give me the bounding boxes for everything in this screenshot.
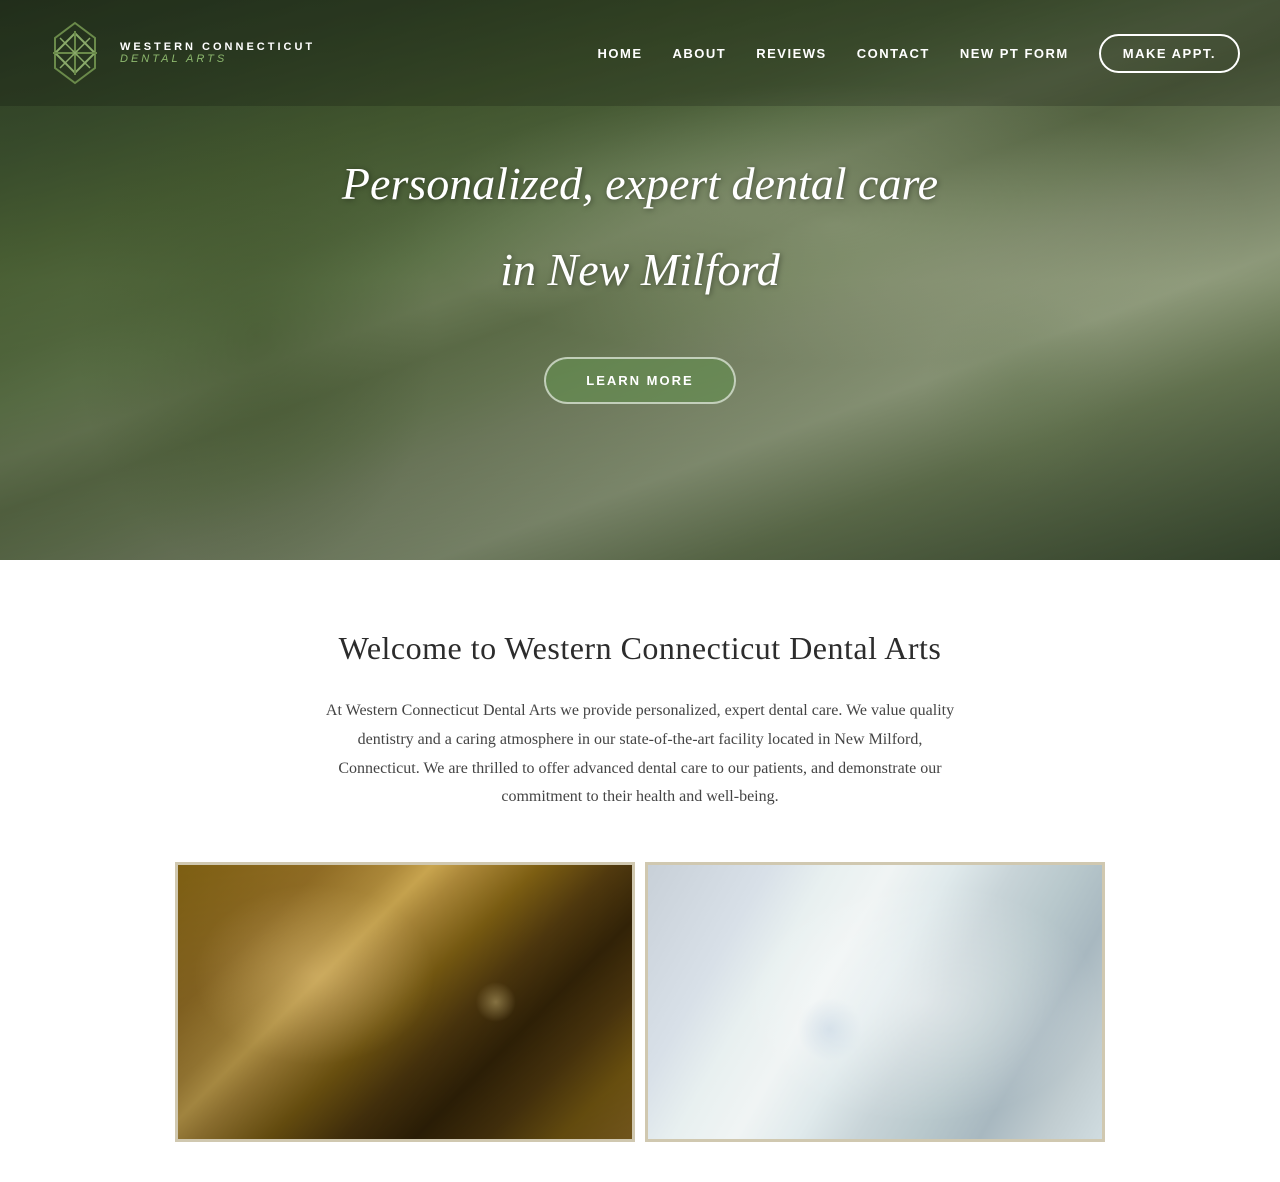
logo-icon — [40, 18, 110, 88]
office-image-2-fill — [645, 862, 1105, 1142]
welcome-title: Welcome to Western Connecticut Dental Ar… — [40, 630, 1240, 667]
logo-text: WESTERN CONNECTICUT DENTAL ARTS — [120, 41, 315, 65]
nav-new-pt-form[interactable]: NEW PT FORM — [960, 46, 1069, 61]
office-image-2 — [645, 862, 1105, 1142]
office-image-1-fill — [175, 862, 635, 1142]
logo-top-line: WESTERN CONNECTICUT — [120, 41, 315, 53]
make-appt-button[interactable]: MAKE APPT. — [1099, 34, 1240, 73]
learn-more-button[interactable]: LEARN MORE — [544, 357, 735, 404]
hero-content: Personalized, expert dental care in New … — [342, 156, 938, 403]
nav-home[interactable]: HOME — [598, 46, 643, 61]
hero-title: Personalized, expert dental care in New … — [342, 156, 938, 296]
image-row — [40, 862, 1240, 1142]
welcome-text: At Western Connecticut Dental Arts we pr… — [320, 697, 960, 812]
logo-area: WESTERN CONNECTICUT DENTAL ARTS — [40, 18, 315, 88]
nav-reviews[interactable]: REVIEWS — [756, 46, 826, 61]
office-image-1 — [175, 862, 635, 1142]
hero-title-line2: in New Milford — [342, 242, 938, 297]
logo-bottom-line: DENTAL ARTS — [120, 53, 315, 65]
hero-title-line1: Personalized, expert dental care — [342, 158, 938, 209]
content-section: Welcome to Western Connecticut Dental Ar… — [0, 560, 1280, 1182]
site-header: WESTERN CONNECTICUT DENTAL ARTS HOME ABO… — [0, 0, 1280, 106]
main-nav: HOME ABOUT REVIEWS CONTACT NEW PT FORM M… — [598, 34, 1240, 73]
nav-about[interactable]: ABOUT — [673, 46, 727, 61]
nav-contact[interactable]: CONTACT — [857, 46, 930, 61]
